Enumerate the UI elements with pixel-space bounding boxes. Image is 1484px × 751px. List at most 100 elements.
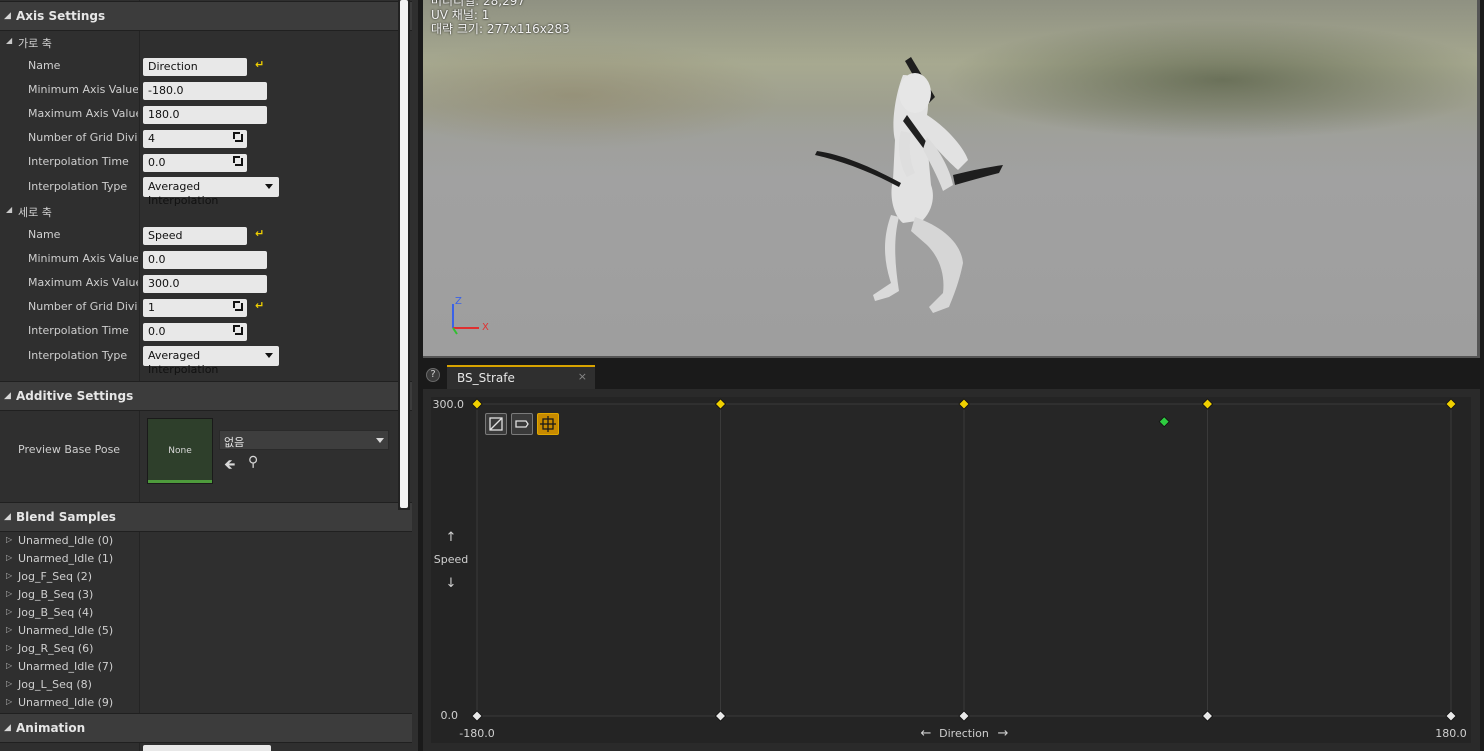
prop-label-interp-time: Interpolation Time [28, 155, 129, 168]
browse-search-icon[interactable]: ⚲ [248, 454, 258, 470]
asset-type-bar [148, 480, 212, 483]
expand-arrow-icon[interactable]: ▷ [6, 589, 12, 598]
left-leg [873, 215, 899, 301]
expand-arrow-icon[interactable]: ▷ [6, 643, 12, 652]
subcategory-vertical-axis[interactable]: ◢ 세로 축 [0, 200, 412, 222]
character-mannequin [815, 57, 1003, 313]
blend-sample-item[interactable]: ▷ Unarmed_Idle (7) [0, 658, 412, 676]
tab-bs-strafe[interactable]: BS_Strafe × [447, 365, 595, 389]
x-axis-max-label: 180.0 [1435, 727, 1467, 740]
h-min-field[interactable]: -180.0 [143, 82, 267, 100]
x-axis-left-arrow: ← [921, 726, 932, 741]
v-name-field[interactable]: Speed [143, 227, 247, 245]
y-axis-label: Speed [434, 553, 468, 566]
expand-arrow-icon[interactable]: ▷ [6, 535, 12, 544]
y-axis-max-label: 300.0 [433, 398, 465, 411]
blend-sample-label: Jog_R_Seq (6) [18, 642, 94, 655]
blend-sample-label: Unarmed_Idle (0) [18, 534, 114, 547]
v-interp-time-field[interactable]: 0.0 [143, 323, 247, 341]
help-icon[interactable]: ? [426, 368, 440, 382]
v-max-field[interactable]: 300.0 [143, 275, 267, 293]
blend-sample-item[interactable]: ▷ Jog_L_Seq (8) [0, 676, 412, 694]
h-interp-time-field[interactable]: 0.0 [143, 154, 247, 172]
h-max-field[interactable]: 180.0 [143, 106, 267, 124]
details-scrollbar[interactable] [398, 0, 410, 510]
blend-sample-item[interactable]: ▷ Unarmed_Idle (9) [0, 694, 412, 712]
dropdown-arrow-icon [265, 353, 273, 358]
reset-to-default-icon[interactable]: ↵ [255, 227, 264, 240]
blend-sample-item[interactable]: ▷ Unarmed_Idle (0) [0, 532, 412, 550]
collapse-arrow-icon[interactable]: ◢ [6, 36, 12, 45]
sword-blade [815, 151, 901, 187]
blend-sample-item[interactable]: ▷ Unarmed_Idle (1) [0, 550, 412, 568]
prop-label-interp-type: Interpolation Type [28, 180, 128, 193]
use-selected-arrow-icon[interactable]: 🡸 [224, 454, 235, 478]
blend-sample-item[interactable]: ▷ Jog_R_Seq (6) [0, 640, 412, 658]
expand-arrow-icon[interactable]: ▷ [6, 553, 12, 562]
expand-arrow-icon[interactable]: ▷ [6, 625, 12, 634]
expand-arrow-icon[interactable]: ▷ [6, 697, 12, 706]
info-line: 머티리얼: 28,297 [431, 0, 526, 8]
spin-drag-icon[interactable] [233, 325, 243, 335]
expand-arrow-icon[interactable]: ▷ [6, 571, 12, 580]
dropdown-arrow-icon [265, 184, 273, 189]
h-interp-type-combo[interactable]: Averaged Interpolation [143, 177, 279, 207]
spin-drag-icon[interactable] [233, 156, 243, 166]
collapse-arrow-icon[interactable]: ◢ [6, 205, 12, 214]
info-line: UV 채널: 1 [431, 8, 490, 22]
category-blend-samples[interactable]: ◢ Blend Samples [0, 502, 412, 532]
scrollbar-thumb[interactable] [400, 0, 408, 508]
blend-sample-item[interactable]: ▷ Unarmed_Idle (5) [0, 622, 412, 640]
expand-arrow-icon[interactable]: ▷ [6, 679, 12, 688]
field-value: 1 [148, 301, 155, 314]
axis-z-label: Z [455, 296, 462, 307]
prop-label-preview-base-pose: Preview Base Pose [18, 443, 121, 456]
collapse-arrow-icon[interactable]: ◢ [4, 11, 11, 21]
labels-toggle-button[interactable] [511, 413, 533, 435]
category-axis-settings[interactable]: ◢ Axis Settings [0, 1, 412, 31]
reset-to-default-icon[interactable]: ↵ [255, 58, 264, 71]
blend-sample-item[interactable]: ▷ Jog_B_Seq (4) [0, 604, 412, 622]
reset-to-default-icon[interactable]: ↵ [255, 299, 264, 312]
thumbnail-text: None [168, 446, 192, 456]
h-name-field[interactable]: Direction [143, 58, 247, 76]
blend-sample-item[interactable]: ▷ Jog_B_Seq (3) [0, 586, 412, 604]
expand-arrow-icon[interactable]: ▷ [6, 607, 12, 616]
blend-space-editor[interactable]: 300.0 0.0 ↑ Speed ↓ -180.0 180.0 ← Direction → [423, 389, 1480, 751]
y-axis-up-arrow: ↑ [446, 530, 457, 545]
blend-sample-item[interactable]: ▷ Jog_F_Seq (2) [0, 568, 412, 586]
y-axis-down-arrow: ↓ [446, 576, 457, 591]
category-additive-settings[interactable]: ◢ Additive Settings [0, 381, 412, 411]
collapse-arrow-icon[interactable]: ◢ [4, 723, 11, 733]
prop-label-min: Minimum Axis Value [28, 83, 138, 96]
v-min-field[interactable]: 0.0 [143, 251, 267, 269]
triangulation-toggle-button[interactable] [485, 413, 507, 435]
blend-sample-label: Unarmed_Idle (5) [18, 624, 114, 637]
asset-thumbnail[interactable]: None [147, 418, 213, 484]
category-animation[interactable]: ◢ Animation [0, 713, 412, 743]
asset-picker-combo[interactable]: 없음 [219, 430, 389, 450]
preview-viewport[interactable]: 머티리얼: 28,297 UV 채널: 1 대략 크기: 277x116x283… [423, 0, 1480, 358]
expand-arrow-icon[interactable]: ▷ [6, 661, 12, 670]
blend-sample-label: Unarmed_Idle (9) [18, 696, 114, 709]
h-grid-field[interactable]: 4 [143, 130, 247, 148]
dagger [953, 165, 1003, 185]
collapse-arrow-icon[interactable]: ◢ [4, 391, 11, 401]
collapse-arrow-icon[interactable]: ◢ [4, 512, 11, 522]
v-interp-type-combo[interactable]: Averaged Interpolation [143, 346, 279, 376]
blend-sample-label: Jog_L_Seq (8) [18, 678, 92, 691]
v-grid-field[interactable]: 1 [143, 299, 247, 317]
stretch-to-fit-button[interactable] [537, 413, 559, 435]
field-value: 4 [148, 132, 155, 145]
combo-value: 없음 [224, 436, 245, 449]
spin-drag-icon[interactable] [233, 301, 243, 311]
close-icon[interactable]: × [578, 370, 587, 383]
triangulation-icon [489, 417, 503, 431]
dropdown-arrow-icon [376, 438, 384, 443]
spin-drag-icon[interactable] [233, 132, 243, 142]
animation-field[interactable] [143, 745, 271, 751]
blend-sample-label: Jog_B_Seq (4) [18, 606, 94, 619]
blend-space-grid[interactable]: 300.0 0.0 ↑ Speed ↓ -180.0 180.0 ← Direction → [423, 389, 1480, 751]
subcategory-horizontal-axis[interactable]: ◢ 가로 축 [0, 31, 412, 53]
x-axis-min-label: -180.0 [459, 727, 494, 740]
